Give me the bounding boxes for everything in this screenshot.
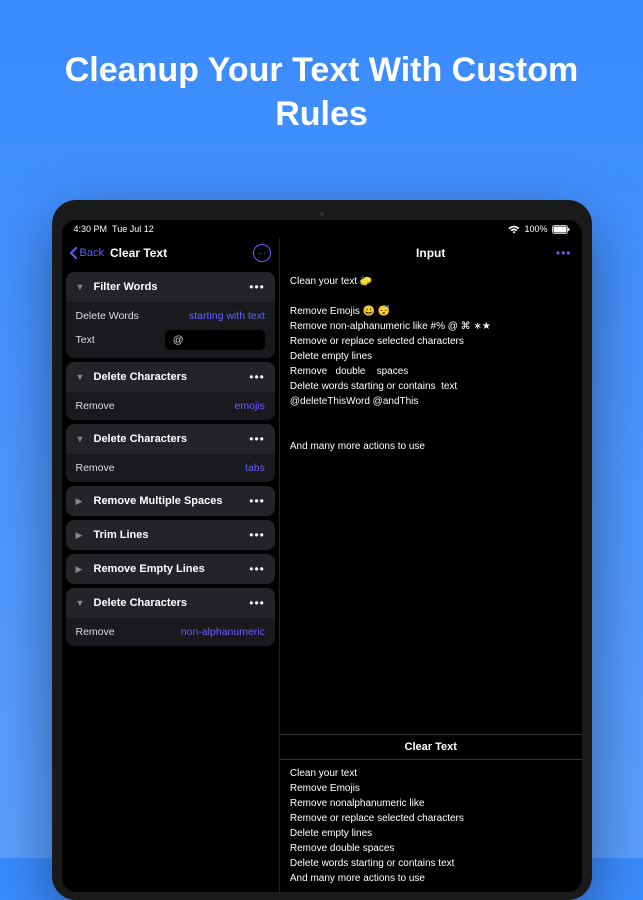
rule-header[interactable]: ▶ Remove Multiple Spaces ••• <box>66 486 275 516</box>
rule-more-button[interactable]: ••• <box>249 528 265 542</box>
device-frame: 4:30 PM Tue Jul 12 100% Back Clear T <box>52 200 592 900</box>
rule-card: ▶ Trim Lines ••• <box>66 520 275 550</box>
rule-body: Remove emojis <box>66 392 275 420</box>
right-panel: Input ••• Clean your text 🧽 Remove Emoji… <box>280 238 582 892</box>
rule-row: Remove tabs <box>76 462 265 474</box>
input-text-area[interactable]: Clean your text 🧽 Remove Emojis 😀 😴 Remo… <box>280 268 582 460</box>
triangle-down-icon: ▼ <box>76 372 86 382</box>
rule-card: ▶ Remove Empty Lines ••• <box>66 554 275 584</box>
rule-title: Delete Characters <box>94 433 242 445</box>
rule-row-label: Remove <box>76 462 115 474</box>
rule-row-value[interactable]: non-alphanumeric <box>181 626 265 638</box>
rule-title: Delete Characters <box>94 597 242 609</box>
rule-more-button[interactable]: ••• <box>249 494 265 508</box>
marketing-headline: Cleanup Your Text With Custom Rules <box>0 0 643 168</box>
output-title: Clear Text <box>280 734 582 760</box>
status-time-date: 4:30 PM Tue Jul 12 <box>74 224 154 234</box>
rule-body: Remove tabs <box>66 454 275 482</box>
rule-row-label: Remove <box>76 400 115 412</box>
rule-row: Text <box>76 330 265 350</box>
status-right: 100% <box>508 224 569 234</box>
nav-more-button[interactable]: ⋯ <box>253 244 271 262</box>
battery-percent: 100% <box>524 224 547 234</box>
rule-row: Remove non-alphanumeric <box>76 626 265 638</box>
triangle-down-icon: ▼ <box>76 434 86 444</box>
rule-title: Remove Empty Lines <box>94 563 242 575</box>
rule-row-label: Text <box>76 334 95 346</box>
output-text-area: Clean your text Remove Emojis Remove non… <box>280 760 582 892</box>
wifi-icon <box>508 225 520 234</box>
rule-row-value[interactable]: starting with text <box>189 310 265 322</box>
triangle-right-icon: ▶ <box>76 530 86 541</box>
rule-title: Filter Words <box>94 281 242 293</box>
triangle-right-icon: ▶ <box>76 496 86 507</box>
rule-more-button[interactable]: ••• <box>249 562 265 576</box>
back-label: Back <box>80 247 104 259</box>
rule-header[interactable]: ▼ Filter Words ••• <box>66 272 275 302</box>
rule-header[interactable]: ▼ Delete Characters ••• <box>66 588 275 618</box>
rule-body: Delete Words starting with text Text <box>66 302 275 358</box>
rule-more-button[interactable]: ••• <box>249 280 265 294</box>
triangle-right-icon: ▶ <box>76 564 86 575</box>
rule-header[interactable]: ▶ Remove Empty Lines ••• <box>66 554 275 584</box>
rule-more-button[interactable]: ••• <box>249 596 265 610</box>
rule-title: Trim Lines <box>94 529 242 541</box>
back-button[interactable]: Back <box>70 247 104 259</box>
device-screen: 4:30 PM Tue Jul 12 100% Back Clear T <box>62 220 582 892</box>
battery-icon <box>552 225 570 234</box>
input-header: Input ••• <box>280 238 582 268</box>
rule-row-label: Delete Words <box>76 310 139 322</box>
rule-header[interactable]: ▼ Delete Characters ••• <box>66 424 275 454</box>
rule-text-input[interactable] <box>165 330 265 350</box>
nav-title: Clear Text <box>110 246 247 260</box>
rule-body: Remove non-alphanumeric <box>66 618 275 646</box>
status-bar: 4:30 PM Tue Jul 12 100% <box>62 220 582 238</box>
camera-dot <box>320 212 324 216</box>
rule-title: Delete Characters <box>94 371 242 383</box>
rule-card: ▼ Filter Words ••• Delete Words starting wit… <box>66 272 275 358</box>
rule-row: Remove emojis <box>76 400 265 412</box>
rule-card: ▶ Remove Multiple Spaces ••• <box>66 486 275 516</box>
rule-row-value[interactable]: tabs <box>245 462 265 474</box>
rule-title: Remove Multiple Spaces <box>94 495 242 507</box>
rule-header[interactable]: ▼ Delete Characters ••• <box>66 362 275 392</box>
rule-header[interactable]: ▶ Trim Lines ••• <box>66 520 275 550</box>
left-panel: Back Clear Text ⋯ ▼ Filter Words ••• Delete… <box>62 238 280 892</box>
rule-card: ▼ Delete Characters ••• Remove non-alphanume… <box>66 588 275 646</box>
input-title: Input <box>416 246 445 260</box>
rule-card: ▼ Delete Characters ••• Remove emojis <box>66 362 275 420</box>
triangle-down-icon: ▼ <box>76 282 86 292</box>
rule-row-value[interactable]: emojis <box>235 400 265 412</box>
triangle-down-icon: ▼ <box>76 598 86 608</box>
rule-card: ▼ Delete Characters ••• Remove tabs <box>66 424 275 482</box>
rule-more-button[interactable]: ••• <box>249 432 265 446</box>
nav-bar: Back Clear Text ⋯ <box>62 238 279 268</box>
chevron-left-icon <box>70 247 78 259</box>
input-more-button[interactable]: ••• <box>556 246 572 260</box>
rule-more-button[interactable]: ••• <box>249 370 265 384</box>
rule-row-label: Remove <box>76 626 115 638</box>
rule-row: Delete Words starting with text <box>76 310 265 322</box>
